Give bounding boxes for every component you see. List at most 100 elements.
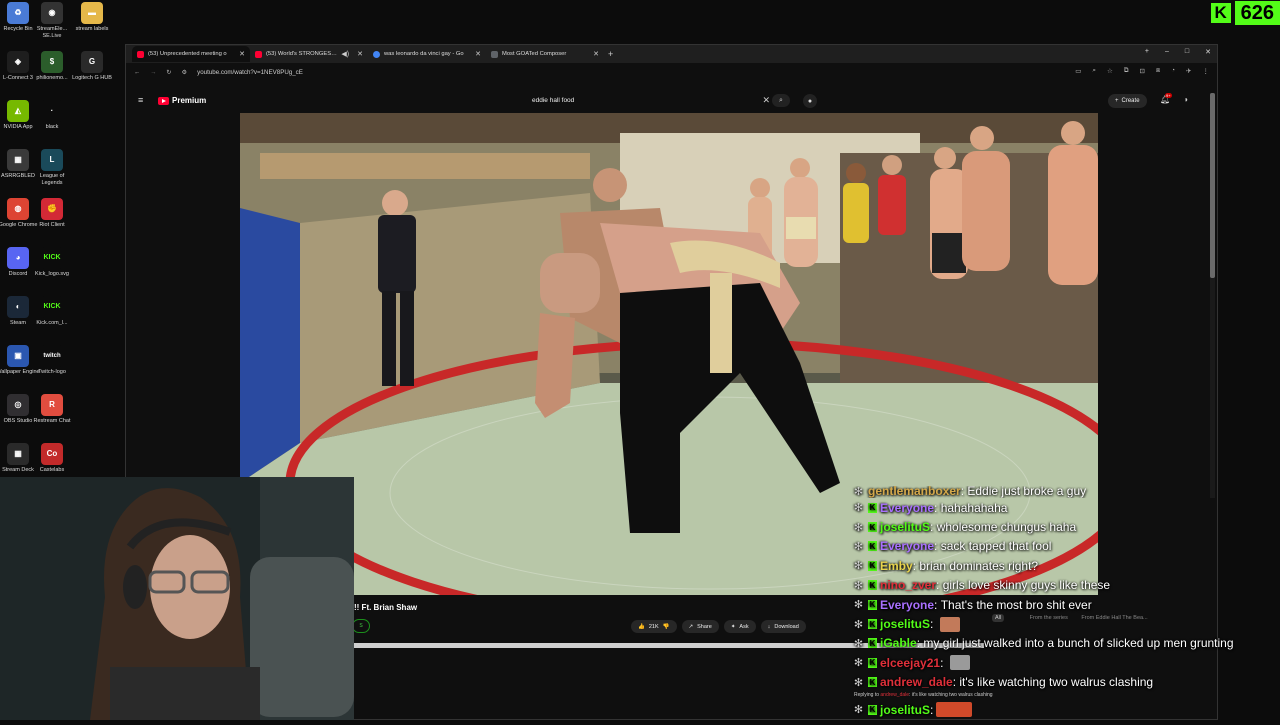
desktop-icon-league-of-legends[interactable]: L League of Legends [30,149,74,186]
desktop-icon-logitech-g-hub[interactable]: G Logitech G HUB [70,51,114,82]
chat-message: ✻ K Emby: brian dominates right? [853,558,1039,573]
desktop-icon-restream-chat[interactable]: R Restream Chat [30,394,74,425]
scrollbar-thumb[interactable] [1210,93,1215,278]
chat-text: it's like watching two walrus clashing [959,675,1154,690]
screenshot-icon[interactable]: ⊡ [1140,67,1145,75]
address-bar: ← → ↻ ⚙ youtube.com/watch?v=1NEV8PUg_cE [126,63,1217,81]
chat-text: Eddie just broke a guy [967,486,1087,498]
search-icon: ⌕ [779,96,783,104]
chat-text: girls love skinny guys like these [942,578,1111,593]
desktop-icon-image: · [41,100,63,122]
sparkle-icon: ✦ [730,623,736,630]
chat-text: That's the most bro shit ever [940,597,1092,612]
desktop-icon-riot-client[interactable]: ✊ Riot Client [30,198,74,229]
desktop-icon-label: StreamEle... SE.Live [36,26,68,39]
tab-bar: (53) Unprecedented meeting o ✕ (53) Worl… [126,45,1217,63]
gift-badge-icon: ✻ [853,657,864,670]
search-button[interactable]: ⌕ [772,94,790,107]
plus-icon: + [1115,98,1119,104]
download-button[interactable]: ↓ Download [760,620,806,633]
new-tab-button[interactable]: + [608,49,613,59]
tab-search-button[interactable]: + [1145,48,1149,56]
desktop-icon-castelabs[interactable]: Co Castelabs [30,443,74,474]
desktop-icon-kick-com-l-[interactable]: KICK Kick.com_l... [30,296,74,327]
desktop-icon-philionemo-[interactable]: $ philionemo... [30,51,74,82]
tab-3[interactable]: Most GOATed Composer ✕ [486,46,604,62]
share-button[interactable]: ↗ Share [681,620,719,633]
minimize-button[interactable]: – [1165,48,1169,56]
notification-badge: 9+ [1165,93,1172,98]
page-scrollbar[interactable] [1210,93,1215,498]
ask-button[interactable]: ✦ Ask [723,620,756,633]
reply-context: Replying to andrew_dale: it's like watch… [854,691,993,698]
tab-2[interactable]: was leonardo da vinci gay - Go ✕ [368,46,486,62]
like-button[interactable]: 👍 21K 👎 [631,620,677,633]
extension-ext-icon[interactable]: ✈ [1186,67,1191,75]
notifications-button[interactable]: 🔔︎ 9+ [1160,93,1172,104]
tab-title: Most GOATed Composer [502,51,567,57]
kick-badge-icon: K [868,580,877,591]
audio-icon[interactable]: ◀) [341,50,349,58]
voice-search-button[interactable]: ● [803,94,817,108]
hamburger-menu-icon[interactable]: ≡ [138,95,143,105]
tab-1[interactable]: (53) World's STRONGEST M ◀) ✕ [250,46,368,62]
menu-kebab-icon[interactable]: ⋮ [1203,67,1210,75]
thumbs-down-icon[interactable]: 👎 [663,624,670,630]
profile-icon[interactable]: ◔ [1171,67,1175,75]
desktop-icon-image: Co [41,443,63,465]
close-window-button[interactable]: ✕ [1205,48,1211,56]
chat-message: ✻ Kandrew_dale: it's like watching two wa… [853,675,1154,690]
desktop-icon-label: stream labels [75,26,109,32]
chat-text: hahahahaha [940,500,1008,515]
webcam-image [0,477,354,720]
kick-counter: K 626 [1210,0,1280,26]
video-title: !! Ft. Brian Shaw [354,603,418,612]
chat-message: ✻ KiGable: my girl just walked into a bun… [853,636,1234,651]
back-button[interactable]: ← [134,69,140,76]
tab-0[interactable]: (53) Unprecedented meeting o ✕ [132,46,250,62]
desktop-icon-black[interactable]: · black [30,100,74,131]
site-info-icon[interactable]: ⚙ [182,69,188,76]
clear-search-icon[interactable]: ✕ [762,95,770,106]
search-input[interactable]: eddie hall food ✕ [526,93,776,108]
desktop-icon-kick-logo-svg[interactable]: KICK Kick_logo.svg [30,247,74,278]
create-label: Create [1121,98,1140,104]
zoom-icon[interactable]: ⌕ [1092,67,1096,75]
close-tab-icon[interactable]: ✕ [239,50,245,58]
create-button[interactable]: + Create [1108,94,1147,108]
bookmark-star-icon[interactable]: ☆ [1107,67,1113,75]
close-tab-icon[interactable]: ✕ [357,50,363,58]
kick-badge-icon: K [868,522,877,533]
extensions-icon[interactable]: ⧉ [1124,67,1129,75]
desktop: ♻ Recycle Bin ◉ StreamEle... SE.Live ▬ stream… [0,0,1280,720]
tab-title: was leonardo da vinci gay - Go [384,51,464,57]
desktop-icon-image: ♻ [7,2,29,24]
desktop-icon-twitch-logo[interactable]: twitch Twitch-logo [30,345,74,376]
tab-title: (53) Unprecedented meeting o [148,51,227,57]
desktop-icon-streamele-se-live[interactable]: ◉ StreamEle... SE.Live [30,2,74,39]
youtube-header: ≡ Premium eddie hall food ✕ ⌕ ● + Create… [126,91,1219,111]
desktop-icon-label: Restream Chat [33,418,71,424]
url-field[interactable]: youtube.com/watch?v=1NEV8PUg_cE [197,69,303,76]
tab-icon[interactable]: ⧈ [1156,67,1160,75]
desktop-icon-label: Kick_logo.svg [35,271,69,277]
youtube-logo[interactable]: Premium [158,96,206,105]
close-tab-icon[interactable]: ✕ [593,50,599,58]
chat-message-partial: ✻ gentlemanboxer: Eddie just broke a guy [853,486,1087,498]
kick-badge-icon: K [868,638,877,649]
forward-button[interactable]: → [150,69,156,76]
chat-username: elceejay21 [880,655,941,670]
window-controls: + – □ ✕ [1145,48,1211,56]
maximize-button[interactable]: □ [1185,48,1189,56]
reload-button[interactable]: ↻ [166,69,171,76]
desktop-icon-stream-labels[interactable]: ▬ stream labels [70,2,114,33]
avatar[interactable]: ◗ [1184,95,1189,104]
desktop-icon-image: KICK [41,296,63,318]
desktop-icon-image: ▦ [7,443,29,465]
close-tab-icon[interactable]: ✕ [475,50,481,58]
subscribe-button[interactable]: S [352,619,370,633]
kick-badge-icon: K [868,541,877,552]
kick-badge-icon: K [868,502,877,513]
cast-icon[interactable]: ▭ [1075,67,1081,75]
desktop-icon-image: KICK [41,247,63,269]
